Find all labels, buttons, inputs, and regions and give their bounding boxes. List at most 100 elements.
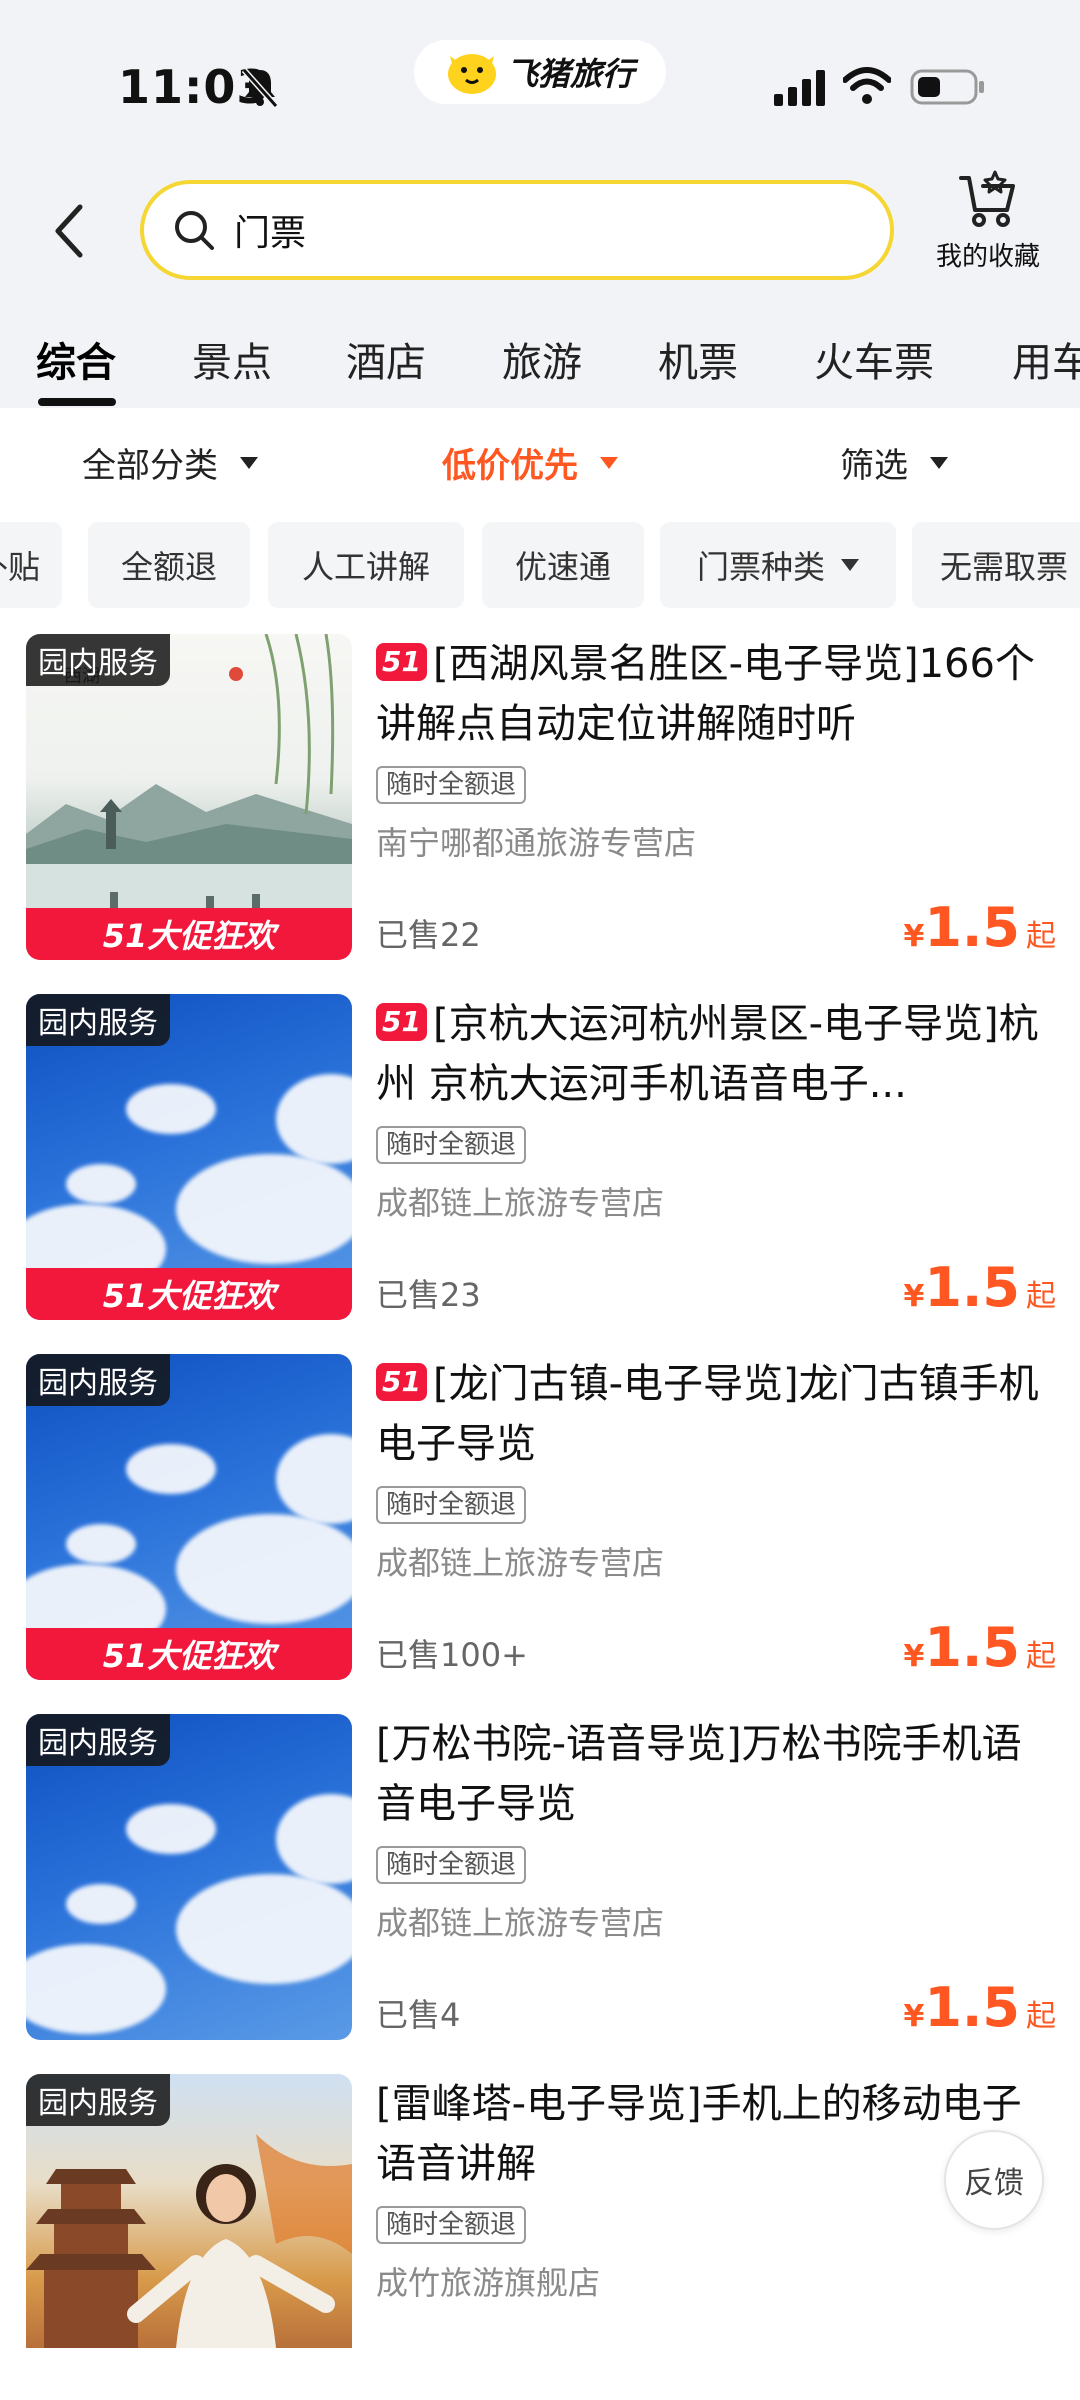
- result-info: 51 [龙门古镇-电子导览]龙门古镇手机电子导览 随时全额退 成都链上旅游专营店 …: [376, 1354, 1056, 1680]
- tab-comprehensive[interactable]: 综合: [36, 330, 116, 388]
- tab-hotels[interactable]: 酒店: [346, 330, 426, 388]
- refund-tag: 随时全额退: [376, 1486, 527, 1524]
- fliggy-logo-icon: [448, 54, 496, 94]
- active-tab-indicator: [38, 398, 116, 406]
- currency-symbol: ¥: [903, 1639, 925, 1674]
- tab-train-tickets[interactable]: 火车票: [814, 330, 934, 388]
- result-item[interactable]: 西湖 园内服务 51大促狂欢 51[西湖风景名胜区-电子导览]166个讲解点自动…: [0, 634, 1080, 994]
- promo-banner: 51大促狂欢: [26, 1268, 352, 1320]
- cloud: [66, 1884, 136, 1924]
- result-title[interactable]: 51 [京杭大运河杭州景区-电子导览]杭州 京杭大运河手机语音电子...: [376, 994, 1056, 1114]
- result-title[interactable]: 51 [龙门古镇-电子导览]龙门古镇手机电子导览: [376, 1354, 1056, 1474]
- result-title-text: [龙门古镇-电子导览]龙门古镇手机电子导览: [376, 1361, 1039, 1467]
- search-icon: [175, 211, 214, 250]
- caret-down-icon: [600, 456, 618, 469]
- result-thumbnail: 园内服务: [26, 2074, 352, 2348]
- shop-name[interactable]: 成都链上旅游专营店: [376, 1538, 1056, 1584]
- chip-fast-pass[interactable]: 优速通: [482, 522, 644, 608]
- promo-banner: 51大促狂欢: [26, 1628, 352, 1680]
- promo-51-tag: 51: [376, 643, 427, 681]
- price: ¥1.5 起: [903, 896, 1056, 959]
- result-item[interactable]: 园内服务 [万松书院-语音导览]万松书院手机语音电子导览 随时全额退 成都链上旅…: [0, 1714, 1080, 2074]
- refund-tag: 随时全额退: [376, 1846, 527, 1884]
- in-park-service-badge: 园内服务: [26, 1714, 170, 1766]
- search-query: 门票: [234, 213, 307, 254]
- promo-51-tag: 51: [376, 1003, 427, 1041]
- sold-count: 已售4: [376, 1996, 461, 2034]
- favorites-button[interactable]: 我的收藏: [918, 170, 1058, 290]
- result-item[interactable]: 园内服务 51大促狂欢 51 [京杭大运河杭州景区-电子导览]杭州 京杭大运河手机…: [0, 994, 1080, 1354]
- cloud: [126, 1084, 216, 1134]
- filter-row: 全部分类 低价优先 筛选: [0, 420, 1080, 502]
- price: ¥1.5 起: [903, 1616, 1056, 1679]
- sold-count: 已售23: [376, 1276, 481, 1314]
- chip-full-refund[interactable]: 全额退: [88, 522, 250, 608]
- favorites-label: 我的收藏: [935, 242, 1040, 272]
- chip-manual-guide[interactable]: 人工讲解: [268, 522, 464, 608]
- caret-down-icon: [841, 559, 859, 571]
- cloud: [126, 1444, 216, 1494]
- cloud: [276, 1794, 352, 1884]
- currency-symbol: ¥: [903, 1999, 925, 2034]
- price-suffix: 起: [1026, 1279, 1056, 1314]
- shop-name[interactable]: 南宁哪都通旅游专营店: [376, 818, 1056, 864]
- battery-icon: [910, 69, 984, 105]
- result-item[interactable]: 园内服务 51大促狂欢 51 [龙门古镇-电子导览]龙门古镇手机电子导览 随时全额…: [0, 1354, 1080, 1714]
- chip-ticket-type[interactable]: 门票种类: [660, 522, 896, 608]
- in-park-service-badge: 园内服务: [26, 1354, 170, 1406]
- result-info: 51 [西湖风景名胜区-电子导览]166个讲解点自动定位讲解随时听 随时全额退 南…: [376, 634, 1056, 960]
- price-value: 1.5: [924, 1256, 1020, 1319]
- refund-tag: 随时全额退: [376, 1126, 527, 1164]
- in-park-service-badge: 园内服务: [26, 994, 170, 1046]
- promo-51-tag: 51: [376, 1363, 427, 1401]
- tab-attractions[interactable]: 景点: [192, 330, 272, 388]
- refund-tag: 随时全额退: [376, 766, 527, 804]
- price: ¥1.5 起: [903, 1256, 1056, 1319]
- shop-name[interactable]: 成都链上旅游专营店: [376, 1898, 1056, 1944]
- shop-name[interactable]: 成都链上旅游专营店: [376, 1178, 1056, 1224]
- price-value: 1.5: [924, 896, 1020, 959]
- cloud: [176, 1154, 352, 1264]
- brand-pill: 飞猪旅行: [414, 40, 666, 104]
- result-title-text: [万松书院-语音导览]万松书院手机语音电子导览: [376, 1721, 1022, 1827]
- result-title-text: [西湖风景名胜区-电子导览]166个讲解点自动定位讲解随时听: [376, 641, 1035, 747]
- result-info: [万松书院-语音导览]万松书院手机语音电子导览 随时全额退 成都链上旅游专营店 …: [376, 1714, 1056, 2040]
- filter-all-categories[interactable]: 全部分类: [82, 438, 258, 487]
- refund-tag: 随时全额退: [376, 2206, 527, 2244]
- search-input[interactable]: 门票: [140, 180, 894, 280]
- feedback-button[interactable]: 反馈: [944, 2130, 1044, 2230]
- chip-no-pickup[interactable]: 无需取票: [912, 522, 1080, 608]
- result-title[interactable]: 51 [西湖风景名胜区-电子导览]166个讲解点自动定位讲解随时听: [376, 634, 1056, 754]
- cloud: [66, 1164, 136, 1204]
- price-suffix: 起: [1026, 919, 1056, 954]
- chevron-left-icon: [55, 204, 83, 258]
- result-item[interactable]: 园内服务 [雷峰塔-电子导览]手机上的移动电子语音讲解 随时全额退 成竹旅游旗舰…: [0, 2074, 1080, 2348]
- price-suffix: 起: [1026, 1639, 1056, 1674]
- shop-name[interactable]: 成竹旅游旗舰店: [376, 2258, 1056, 2304]
- tab-flights[interactable]: 机票: [658, 330, 738, 388]
- caret-down-icon: [240, 456, 258, 469]
- sold-count: 已售22: [376, 916, 481, 954]
- result-thumbnail: 园内服务 51大促狂欢: [26, 1354, 352, 1680]
- filter-screen[interactable]: 筛选: [840, 438, 948, 487]
- cloud: [276, 1434, 352, 1524]
- result-thumbnail: 园内服务: [26, 1714, 352, 2040]
- tab-travel[interactable]: 旅游: [502, 330, 582, 388]
- tab-car-rental[interactable]: 用车: [1012, 330, 1080, 388]
- price-value: 1.5: [924, 1976, 1020, 2039]
- cloud: [26, 1944, 166, 2034]
- cloud: [66, 1524, 136, 1564]
- bell-mute-icon: [241, 68, 279, 108]
- filter-label: 筛选: [840, 446, 908, 486]
- sold-count: 已售100+: [376, 1636, 528, 1674]
- filter-low-price-first[interactable]: 低价优先: [442, 438, 618, 487]
- cloud: [126, 1804, 216, 1854]
- back-button[interactable]: [44, 196, 94, 266]
- promo-banner: 51大促狂欢: [26, 908, 352, 960]
- result-title[interactable]: [万松书院-语音导览]万松书院手机语音电子导览: [376, 1714, 1056, 1834]
- result-info: 51 [京杭大运河杭州景区-电子导览]杭州 京杭大运河手机语音电子... 随时全额…: [376, 994, 1056, 1320]
- result-title-text: [京杭大运河杭州景区-电子导览]杭州 京杭大运河手机语音电子...: [376, 1001, 1039, 1107]
- cloud: [176, 1514, 352, 1624]
- cloud: [276, 1074, 352, 1164]
- chip-subsidy[interactable]: 补贴: [0, 522, 62, 608]
